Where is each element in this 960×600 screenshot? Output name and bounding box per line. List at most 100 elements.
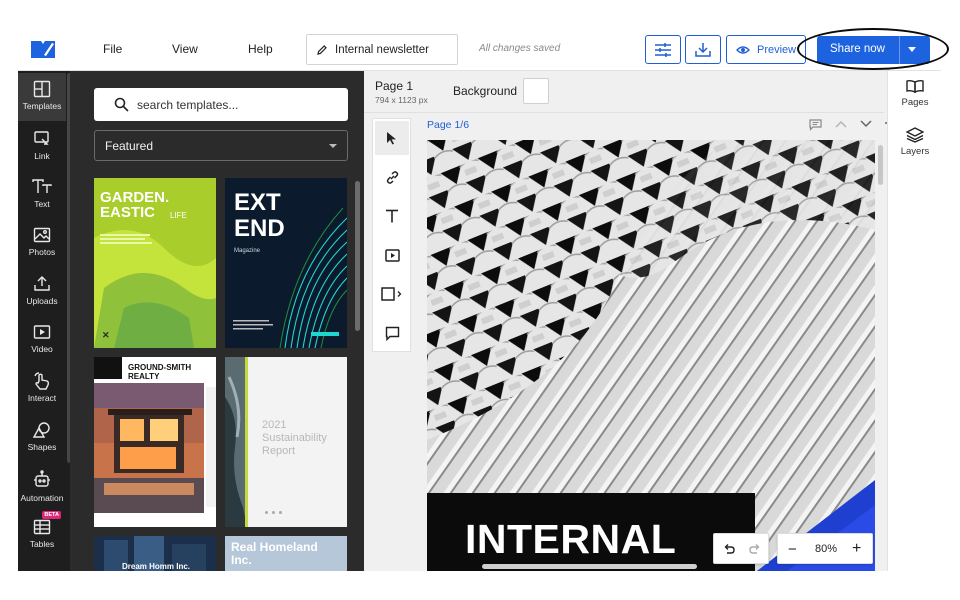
garden-title-3: LIFE [170, 211, 187, 220]
rail-item-photos[interactable]: Photos [18, 219, 66, 267]
square-shape-icon [381, 287, 402, 301]
app-logo-icon[interactable] [30, 38, 56, 60]
rail-label: Automation [20, 493, 64, 503]
realty-title-1: GROUND-SMITH [128, 363, 192, 372]
top-bar: File View Help Internal newsletter All c… [18, 28, 941, 71]
document-name: Internal newsletter [335, 43, 429, 56]
templates-scrollbar[interactable] [355, 181, 360, 331]
extend-title-2: END [234, 215, 285, 242]
template-card-extend[interactable]: EXT END Magazine [225, 178, 347, 348]
rail-label: Shapes [27, 442, 57, 452]
menu-help[interactable]: Help [248, 42, 273, 56]
report-accent-line [245, 357, 248, 527]
media-tool[interactable] [375, 238, 409, 272]
template-card-homeland[interactable]: Real Homeland Inc. [225, 536, 347, 571]
download-button[interactable] [685, 35, 721, 64]
template-filter-select[interactable]: Featured [94, 130, 348, 161]
rail-item-text[interactable]: Text [18, 171, 66, 219]
chevron-up-icon[interactable] [835, 120, 847, 128]
video-icon [33, 325, 51, 339]
share-now-button[interactable]: Share now [817, 36, 930, 64]
menu-view[interactable]: View [172, 42, 198, 56]
rail-label: Video [31, 344, 53, 354]
text-t-icon [386, 209, 398, 223]
search-placeholder: search templates... [137, 97, 239, 112]
canvas-horizontal-scrollbar[interactable] [482, 564, 697, 569]
download-icon [695, 42, 711, 57]
rail-item-uploads[interactable]: Uploads [18, 268, 66, 316]
rail-item-link[interactable]: Link [18, 123, 66, 171]
text-icon [32, 179, 52, 193]
garden-title-1: GARDEN. [100, 189, 170, 206]
garden-title-2: EASTIC [100, 204, 156, 221]
cursor-arrow-icon [387, 132, 396, 145]
template-card-realty[interactable]: GROUND-SMITH REALTY [94, 357, 216, 527]
template-card-garden[interactable]: ✕ GARDEN. EASTIC LIFE [94, 178, 216, 348]
left-tool-rail: Templates Link Text Photos Uploads Video… [18, 71, 72, 571]
history-controls [713, 533, 769, 564]
rail-item-interact[interactable]: Interact [18, 365, 66, 413]
comment-icon [385, 326, 399, 341]
report-side-photo [225, 357, 247, 527]
photos-icon [33, 227, 51, 243]
undo-icon[interactable] [723, 543, 735, 555]
chevron-down-icon[interactable] [860, 120, 872, 128]
options-divider [364, 112, 884, 113]
template-search-input[interactable]: search templates... [94, 88, 348, 121]
automation-icon [34, 470, 50, 487]
text-tool[interactable] [375, 199, 409, 233]
rail-label: Tables [29, 539, 55, 549]
extend-title-1: EXT [234, 189, 281, 216]
pencil-icon [317, 45, 327, 55]
book-open-icon [906, 79, 924, 94]
adjust-button[interactable] [645, 35, 681, 64]
report-title-1: Sustainability [262, 432, 327, 444]
rail-item-video[interactable]: Video [18, 316, 66, 364]
background-color-swatch[interactable] [523, 78, 549, 104]
rail-label: Interact [27, 393, 57, 403]
link-tool[interactable] [375, 160, 409, 194]
report-year: 2021 [262, 419, 287, 431]
shapes-icon [32, 422, 50, 438]
zoom-level: 80% [815, 543, 838, 555]
realty-house-photo [94, 383, 204, 513]
document-name-field[interactable]: Internal newsletter [306, 34, 458, 65]
redo-icon[interactable] [749, 543, 761, 555]
rail-item-shapes[interactable]: Shapes [18, 414, 66, 462]
rail-label: Link [34, 151, 50, 161]
background-label: Background [453, 84, 518, 98]
interact-icon [34, 372, 50, 390]
report-dots [265, 511, 282, 514]
sliders-icon [655, 42, 671, 57]
templates-icon [33, 80, 51, 98]
page-comment-icon[interactable] [809, 119, 822, 131]
rail-item-tables[interactable]: BETA Tables [18, 511, 66, 559]
beta-badge: BETA [42, 511, 61, 519]
rail-item-automation[interactable]: Automation [18, 463, 66, 511]
search-icon [114, 97, 129, 112]
table-icon [33, 519, 51, 535]
realty-side-strip [206, 387, 216, 507]
layers-label: Layers [900, 146, 930, 157]
template-card-dream[interactable]: Dream Homm Inc. [94, 536, 216, 571]
menu-file[interactable]: File [103, 42, 122, 56]
shape-tool[interactable] [375, 277, 409, 311]
filter-value: Featured [105, 138, 154, 153]
preview-button[interactable]: Preview [726, 35, 806, 64]
zoom-in-button[interactable]: + [852, 540, 861, 558]
editor-app: File View Help Internal newsletter All c… [18, 28, 941, 571]
pages-tab[interactable]: Pages [888, 79, 941, 108]
dream-title: Dream Homm Inc. [122, 562, 191, 571]
select-tool[interactable] [375, 121, 409, 155]
canvas-vertical-scrollbar[interactable] [878, 145, 883, 185]
comment-tool[interactable] [375, 316, 409, 350]
rail-label: Uploads [26, 296, 58, 306]
banner-title[interactable]: INTERNAL [465, 516, 676, 563]
rail-item-templates[interactable]: Templates [18, 73, 66, 121]
zoom-out-button[interactable]: − [788, 541, 797, 558]
layers-tab[interactable]: Layers [888, 127, 941, 157]
link-icon [34, 131, 49, 145]
chevron-down-icon[interactable] [908, 47, 916, 52]
preview-label: Preview [757, 43, 797, 56]
template-card-report[interactable]: 2021 Sustainability Report [225, 357, 347, 527]
